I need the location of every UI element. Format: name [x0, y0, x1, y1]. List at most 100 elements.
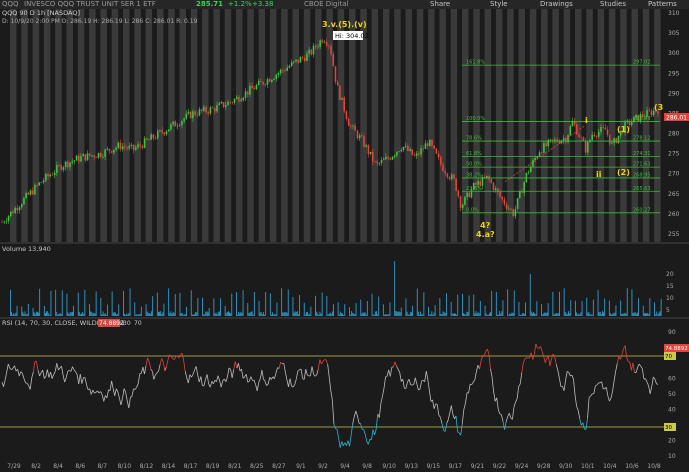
rsi-segment	[112, 388, 116, 396]
session-shade	[507, 9, 514, 242]
wave-label-i[interactable]: i	[585, 116, 588, 125]
volume-bar	[604, 298, 606, 316]
rsi-segment	[67, 369, 70, 372]
rsi-segment	[310, 366, 313, 376]
wave-label-ii[interactable]: ii	[596, 170, 602, 179]
candle-body	[604, 127, 607, 130]
wave-label-4[interactable]: 4?	[480, 221, 491, 230]
volume-bar	[532, 313, 533, 316]
candle-body	[376, 161, 378, 164]
candle-body	[128, 145, 131, 149]
share-button[interactable]: Share	[430, 0, 450, 9]
session-shade	[213, 9, 220, 242]
candle-body	[34, 184, 36, 195]
volume-bar	[330, 313, 332, 316]
candle-body	[330, 46, 332, 55]
volume-bar	[620, 300, 622, 316]
rsi-segment	[156, 370, 159, 374]
volume-bar	[327, 314, 329, 316]
rsi-segment	[197, 374, 200, 382]
volume-axis-label: 5	[666, 307, 670, 314]
rsi-segment	[339, 441, 343, 448]
volume-axis-label: 10	[666, 295, 674, 302]
wave-label-1[interactable]: (1)	[617, 125, 630, 134]
session-shade	[134, 9, 141, 242]
candle-body	[7, 215, 10, 222]
candle-body	[187, 111, 190, 114]
candle-body	[165, 131, 168, 135]
rsi-segment	[421, 379, 424, 382]
volume-bar	[260, 312, 262, 316]
rsi-segment	[274, 372, 277, 379]
rsi-segment	[234, 361, 238, 369]
volume-bar	[452, 313, 454, 316]
wave-label-top[interactable]: 3.v.(5).(v)	[322, 20, 367, 29]
price-axis[interactable]	[664, 9, 689, 242]
wave-label-4a[interactable]: 4.a?	[476, 230, 495, 239]
volume-bar	[152, 296, 154, 316]
candle-body	[266, 79, 269, 85]
rsi-segment	[187, 374, 191, 384]
volume-bar	[281, 288, 283, 316]
candle-body	[608, 134, 611, 144]
volume-bar	[524, 313, 525, 316]
candle-body	[222, 102, 225, 107]
rsi-segment	[330, 390, 333, 401]
candle-body	[108, 148, 111, 152]
drawings-button[interactable]: Drawings	[540, 0, 573, 9]
rsi-segment	[549, 358, 552, 367]
date-axis-label: 8/25	[250, 463, 264, 470]
candle-body	[448, 177, 451, 179]
candle-body	[60, 165, 63, 170]
date-axis-label: 10/8	[647, 463, 661, 470]
rsi-segment	[84, 377, 87, 385]
volume-bar	[247, 303, 249, 316]
candle-body	[442, 164, 444, 172]
rsi-segment	[289, 378, 293, 387]
candle-body	[45, 174, 47, 181]
date-axis-label: 9/15	[427, 463, 441, 470]
date-axis-label: 8/17	[184, 463, 198, 470]
session-shade	[66, 9, 73, 242]
volume-bar	[547, 303, 549, 316]
rsi-segment	[9, 367, 12, 371]
rsi-segment	[70, 366, 73, 372]
candle-body	[71, 161, 74, 163]
volume-bar	[555, 313, 557, 316]
studies-button[interactable]: Studies	[600, 0, 626, 9]
volume-bar	[102, 311, 104, 316]
rsi-segment	[346, 440, 349, 446]
fib-level-price: 260.27	[633, 207, 651, 213]
rsi-segment	[144, 365, 147, 375]
volume-bar	[191, 314, 193, 316]
session-shade	[518, 9, 525, 242]
volume-bar	[304, 314, 306, 316]
volume-bar	[310, 306, 312, 316]
exchange-link[interactable]: CBOE Digital	[304, 0, 348, 9]
candle-body	[86, 153, 89, 161]
candle-body	[91, 155, 93, 157]
candle-body	[172, 121, 174, 125]
volume-bar	[339, 311, 341, 316]
volume-bar	[378, 296, 380, 316]
wave-label-2[interactable]: (2)	[617, 168, 630, 177]
rsi-segment	[328, 377, 332, 391]
volume-bar	[337, 302, 339, 316]
volume-bar	[623, 313, 625, 316]
volume-bar	[626, 288, 628, 316]
style-button[interactable]: Style	[490, 0, 508, 9]
rsi-segment	[446, 419, 449, 424]
symbol-label[interactable]: QQQ	[2, 0, 19, 9]
volume-bar	[479, 301, 481, 316]
volume-bar	[434, 305, 436, 316]
candle-body	[132, 144, 135, 150]
volume-bar	[382, 304, 384, 316]
volume-bar	[169, 313, 171, 316]
candle-body	[418, 153, 420, 155]
patterns-button[interactable]: Patterns	[648, 0, 677, 9]
chart-canvas[interactable]: 161.8% 297.02100.0% 282.9878.6% 278.1261.8%…	[0, 9, 689, 472]
volume-bar	[343, 314, 345, 316]
volume-bar	[261, 314, 263, 316]
rsi-segment	[419, 380, 422, 390]
rsi-segment	[81, 377, 84, 384]
